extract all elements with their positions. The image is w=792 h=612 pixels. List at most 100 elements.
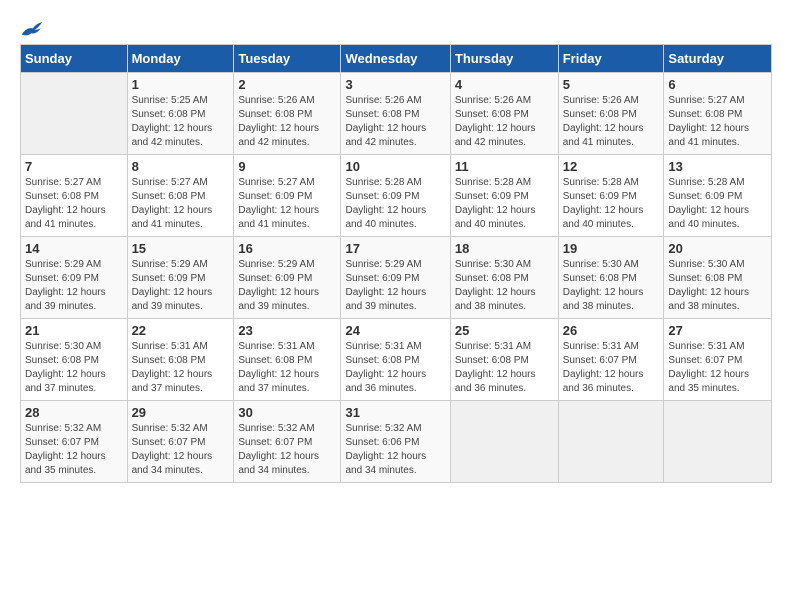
day-of-week-header: Thursday: [450, 45, 558, 73]
day-number: 26: [563, 323, 660, 338]
day-number: 6: [668, 77, 767, 92]
day-info: Sunrise: 5:27 AM Sunset: 6:08 PM Dayligh…: [132, 176, 230, 232]
calendar-week-row: 14 Sunrise: 5:29 AM Sunset: 6:09 PM Dayli…: [21, 237, 772, 319]
calendar-cell: 2Sunrise: 5:26 AM Sunset: 6:08 PM Daylig…: [234, 73, 341, 155]
day-number: 25: [455, 323, 554, 338]
calendar-cell: [558, 401, 664, 483]
day-info: Sunrise: 5:31 AM Sunset: 6:07 PM Dayligh…: [668, 340, 767, 396]
day-number: 15: [132, 241, 230, 256]
calendar-cell: 30 Sunrise: 5:32 AM Sunset: 6:07 PM Dayli…: [234, 401, 341, 483]
day-number: 24: [345, 323, 445, 338]
calendar-cell: 21 Sunrise: 5:30 AM Sunset: 6:08 PM Dayli…: [21, 319, 128, 401]
calendar-week-row: 28 Sunrise: 5:32 AM Sunset: 6:07 PM Dayli…: [21, 401, 772, 483]
calendar-cell: 13Sunrise: 5:28 AM Sunset: 6:09 PM Dayli…: [664, 155, 772, 237]
day-number: 21: [25, 323, 123, 338]
day-number: 27: [668, 323, 767, 338]
day-info: Sunrise: 5:28 AM Sunset: 6:09 PM Dayligh…: [455, 176, 554, 232]
calendar-cell: [450, 401, 558, 483]
day-info: Sunrise: 5:27 AM Sunset: 6:08 PM Dayligh…: [25, 176, 123, 232]
day-of-week-header: Sunday: [21, 45, 128, 73]
day-info: Sunrise: 5:30 AM Sunset: 6:08 PM Dayligh…: [668, 258, 767, 314]
calendar-week-row: 1 Sunrise: 5:25 AM Sunset: 6:08 PM Daylig…: [21, 73, 772, 155]
day-of-week-header: Monday: [127, 45, 234, 73]
day-info: Sunrise: 5:27 AM Sunset: 6:08 PM Dayligh…: [668, 94, 767, 150]
day-of-week-header: Friday: [558, 45, 664, 73]
day-info: Sunrise: 5:29 AM Sunset: 6:09 PM Dayligh…: [25, 258, 123, 314]
day-info: Sunrise: 5:31 AM Sunset: 6:08 PM Dayligh…: [345, 340, 445, 396]
day-info: Sunrise: 5:26 AM Sunset: 6:08 PM Dayligh…: [238, 94, 336, 150]
day-number: 18: [455, 241, 554, 256]
day-number: 30: [238, 405, 336, 420]
calendar-cell: 1 Sunrise: 5:25 AM Sunset: 6:08 PM Daylig…: [127, 73, 234, 155]
day-number: 11: [455, 159, 554, 174]
calendar-cell: 7 Sunrise: 5:27 AM Sunset: 6:08 PM Daylig…: [21, 155, 128, 237]
day-of-week-header: Tuesday: [234, 45, 341, 73]
day-info: Sunrise: 5:26 AM Sunset: 6:08 PM Dayligh…: [455, 94, 554, 150]
day-info: Sunrise: 5:30 AM Sunset: 6:08 PM Dayligh…: [455, 258, 554, 314]
calendar-cell: 12 Sunrise: 5:28 AM Sunset: 6:09 PM Dayli…: [558, 155, 664, 237]
day-info: Sunrise: 5:26 AM Sunset: 6:08 PM Dayligh…: [563, 94, 660, 150]
calendar-cell: 14 Sunrise: 5:29 AM Sunset: 6:09 PM Dayli…: [21, 237, 128, 319]
calendar-cell: 6 Sunrise: 5:27 AM Sunset: 6:08 PM Daylig…: [664, 73, 772, 155]
day-of-week-header: Wednesday: [341, 45, 450, 73]
calendar-cell: 8Sunrise: 5:27 AM Sunset: 6:08 PM Daylig…: [127, 155, 234, 237]
day-number: 12: [563, 159, 660, 174]
calendar-cell: 10 Sunrise: 5:28 AM Sunset: 6:09 PM Dayli…: [341, 155, 450, 237]
day-info: Sunrise: 5:32 AM Sunset: 6:07 PM Dayligh…: [238, 422, 336, 478]
day-number: 31: [345, 405, 445, 420]
calendar-cell: 11 Sunrise: 5:28 AM Sunset: 6:09 PM Dayli…: [450, 155, 558, 237]
calendar-table: SundayMondayTuesdayWednesdayThursdayFrid…: [20, 44, 772, 483]
calendar-cell: [21, 73, 128, 155]
day-number: 17: [345, 241, 445, 256]
calendar-cell: 9Sunrise: 5:27 AM Sunset: 6:09 PM Daylig…: [234, 155, 341, 237]
day-info: Sunrise: 5:30 AM Sunset: 6:08 PM Dayligh…: [563, 258, 660, 314]
logo-bird-icon: [20, 20, 44, 40]
day-info: Sunrise: 5:31 AM Sunset: 6:08 PM Dayligh…: [238, 340, 336, 396]
day-info: Sunrise: 5:32 AM Sunset: 6:07 PM Dayligh…: [25, 422, 123, 478]
calendar-cell: 5 Sunrise: 5:26 AM Sunset: 6:08 PM Daylig…: [558, 73, 664, 155]
day-info: Sunrise: 5:31 AM Sunset: 6:08 PM Dayligh…: [132, 340, 230, 396]
day-number: 7: [25, 159, 123, 174]
day-number: 4: [455, 77, 554, 92]
day-info: Sunrise: 5:31 AM Sunset: 6:08 PM Dayligh…: [455, 340, 554, 396]
calendar-cell: 20 Sunrise: 5:30 AM Sunset: 6:08 PM Dayli…: [664, 237, 772, 319]
day-info: Sunrise: 5:30 AM Sunset: 6:08 PM Dayligh…: [25, 340, 123, 396]
day-info: Sunrise: 5:29 AM Sunset: 6:09 PM Dayligh…: [238, 258, 336, 314]
day-number: 5: [563, 77, 660, 92]
day-number: 1: [132, 77, 230, 92]
logo: [20, 20, 48, 40]
page-header: [20, 20, 772, 40]
calendar-cell: 25 Sunrise: 5:31 AM Sunset: 6:08 PM Dayli…: [450, 319, 558, 401]
day-number: 29: [132, 405, 230, 420]
calendar-cell: 19Sunrise: 5:30 AM Sunset: 6:08 PM Dayli…: [558, 237, 664, 319]
day-number: 9: [238, 159, 336, 174]
day-number: 14: [25, 241, 123, 256]
day-number: 28: [25, 405, 123, 420]
day-info: Sunrise: 5:31 AM Sunset: 6:07 PM Dayligh…: [563, 340, 660, 396]
calendar-header-row: SundayMondayTuesdayWednesdayThursdayFrid…: [21, 45, 772, 73]
calendar-cell: 23Sunrise: 5:31 AM Sunset: 6:08 PM Dayli…: [234, 319, 341, 401]
day-number: 22: [132, 323, 230, 338]
day-number: 20: [668, 241, 767, 256]
day-info: Sunrise: 5:29 AM Sunset: 6:09 PM Dayligh…: [132, 258, 230, 314]
day-number: 3: [345, 77, 445, 92]
calendar-cell: 3 Sunrise: 5:26 AM Sunset: 6:08 PM Daylig…: [341, 73, 450, 155]
calendar-cell: 18 Sunrise: 5:30 AM Sunset: 6:08 PM Dayli…: [450, 237, 558, 319]
calendar-week-row: 7 Sunrise: 5:27 AM Sunset: 6:08 PM Daylig…: [21, 155, 772, 237]
day-info: Sunrise: 5:32 AM Sunset: 6:06 PM Dayligh…: [345, 422, 445, 478]
calendar-cell: 15 Sunrise: 5:29 AM Sunset: 6:09 PM Dayli…: [127, 237, 234, 319]
calendar-cell: 28 Sunrise: 5:32 AM Sunset: 6:07 PM Dayli…: [21, 401, 128, 483]
day-of-week-header: Saturday: [664, 45, 772, 73]
day-number: 10: [345, 159, 445, 174]
calendar-cell: 27 Sunrise: 5:31 AM Sunset: 6:07 PM Dayli…: [664, 319, 772, 401]
day-info: Sunrise: 5:26 AM Sunset: 6:08 PM Dayligh…: [345, 94, 445, 150]
day-info: Sunrise: 5:25 AM Sunset: 6:08 PM Dayligh…: [132, 94, 230, 150]
day-number: 16: [238, 241, 336, 256]
calendar-cell: 26 Sunrise: 5:31 AM Sunset: 6:07 PM Dayli…: [558, 319, 664, 401]
calendar-cell: 16 Sunrise: 5:29 AM Sunset: 6:09 PM Dayli…: [234, 237, 341, 319]
day-info: Sunrise: 5:28 AM Sunset: 6:09 PM Dayligh…: [563, 176, 660, 232]
day-info: Sunrise: 5:28 AM Sunset: 6:09 PM Dayligh…: [345, 176, 445, 232]
calendar-cell: 24 Sunrise: 5:31 AM Sunset: 6:08 PM Dayli…: [341, 319, 450, 401]
calendar-week-row: 21 Sunrise: 5:30 AM Sunset: 6:08 PM Dayli…: [21, 319, 772, 401]
calendar-cell: 31 Sunrise: 5:32 AM Sunset: 6:06 PM Dayli…: [341, 401, 450, 483]
